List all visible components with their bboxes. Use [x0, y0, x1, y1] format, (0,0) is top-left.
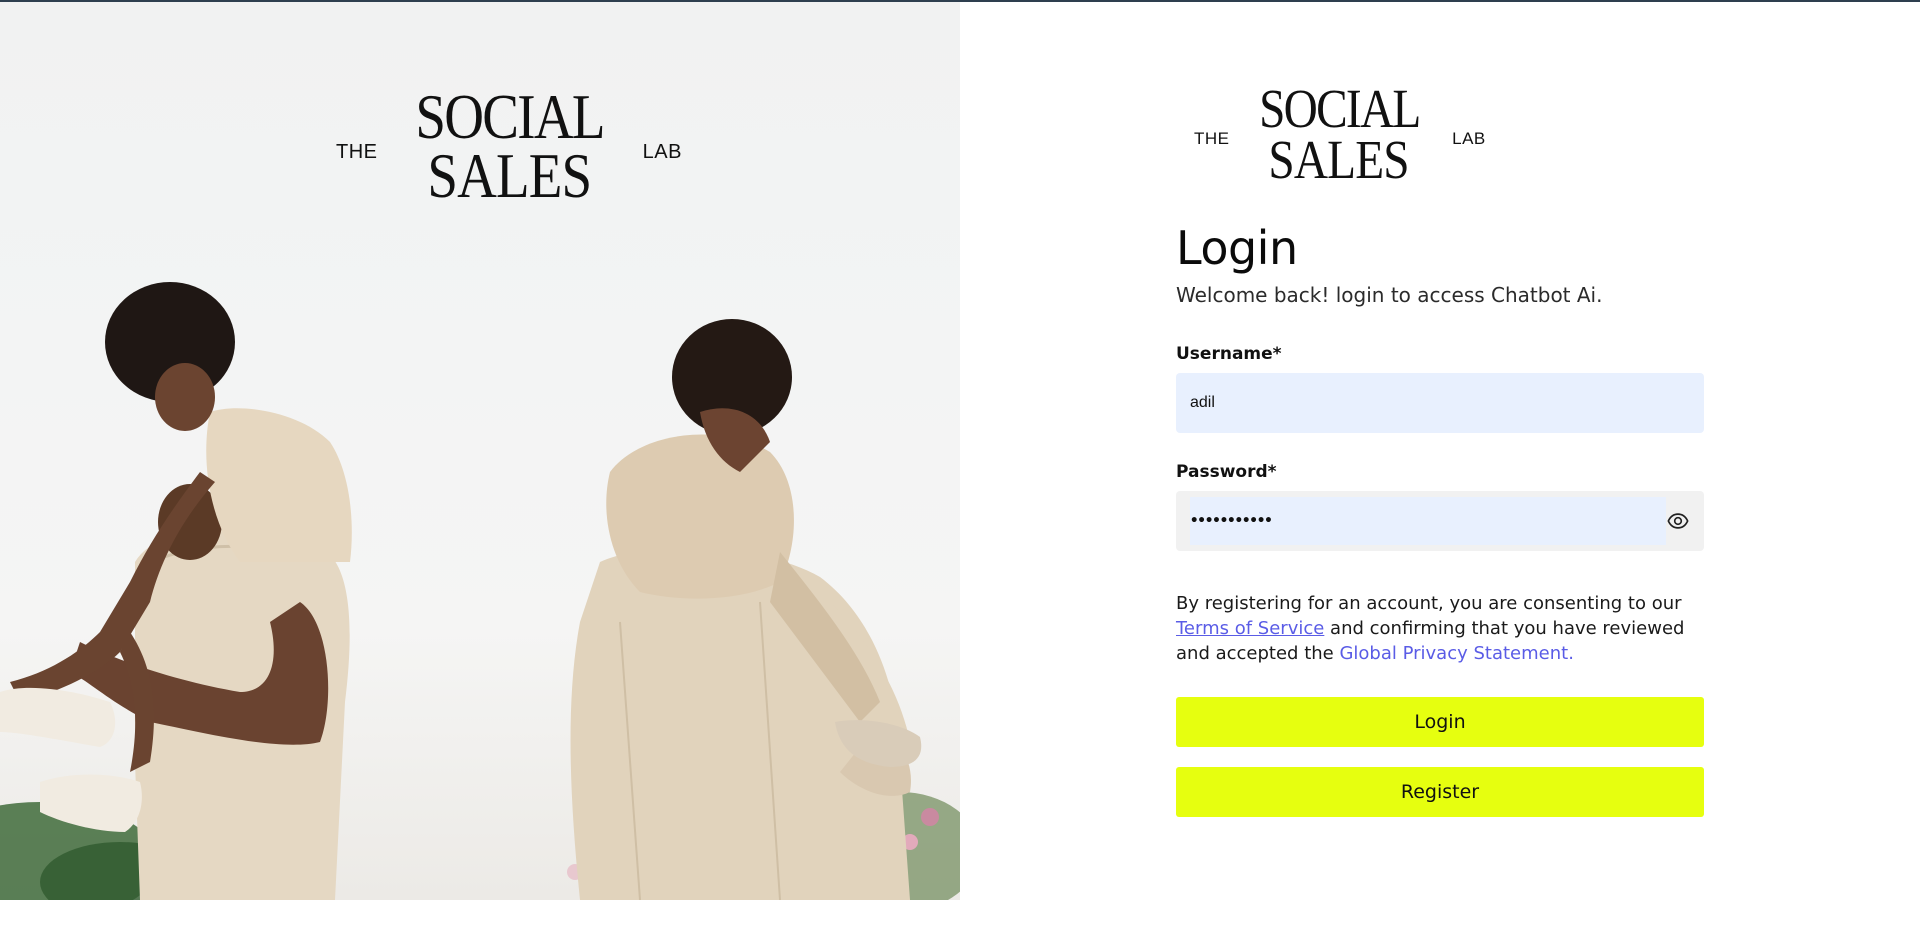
brand-suffix: LAB — [642, 141, 682, 164]
login-button[interactable]: Login — [1176, 697, 1704, 747]
brand-suffix: LAB — [1452, 128, 1486, 148]
brand-prefix: THE — [1194, 128, 1230, 148]
brand-line1: SOCIAL — [414, 81, 605, 152]
brand-line1: SOCIAL — [1258, 78, 1421, 139]
username-input[interactable]: adil — [1176, 373, 1704, 433]
register-button[interactable]: Register — [1176, 767, 1704, 817]
brand-prefix: THE — [336, 141, 378, 164]
privacy-statement-link[interactable]: Global Privacy Statement. — [1339, 643, 1573, 664]
brand-line2: SALES — [1268, 128, 1410, 190]
login-form: Login Welcome back! login to access Chat… — [1176, 220, 1704, 817]
consent-text: By registering for an account, you are c… — [1176, 591, 1704, 666]
page-subtitle: Welcome back! login to access Chatbot Ai… — [1176, 283, 1603, 307]
eye-icon[interactable] — [1666, 509, 1690, 533]
consent-prefix: By registering for an account, you are c… — [1176, 593, 1682, 614]
page-title: Login — [1176, 221, 1298, 275]
terms-of-service-link[interactable]: Terms of Service — [1176, 618, 1324, 639]
brand-logo-hero: THE SOCIAL SALES LAB — [336, 81, 682, 211]
password-field: ••••••••••• — [1176, 491, 1704, 551]
hero-image: THE SOCIAL SALES LAB — [0, 2, 960, 900]
brand-line2: SALES — [427, 139, 592, 211]
brand-logo: THE SOCIAL SALES LAB — [1194, 78, 1486, 190]
password-label: Password* — [1176, 462, 1277, 482]
username-label: Username* — [1176, 344, 1282, 364]
password-input[interactable]: ••••••••••• — [1190, 497, 1666, 545]
